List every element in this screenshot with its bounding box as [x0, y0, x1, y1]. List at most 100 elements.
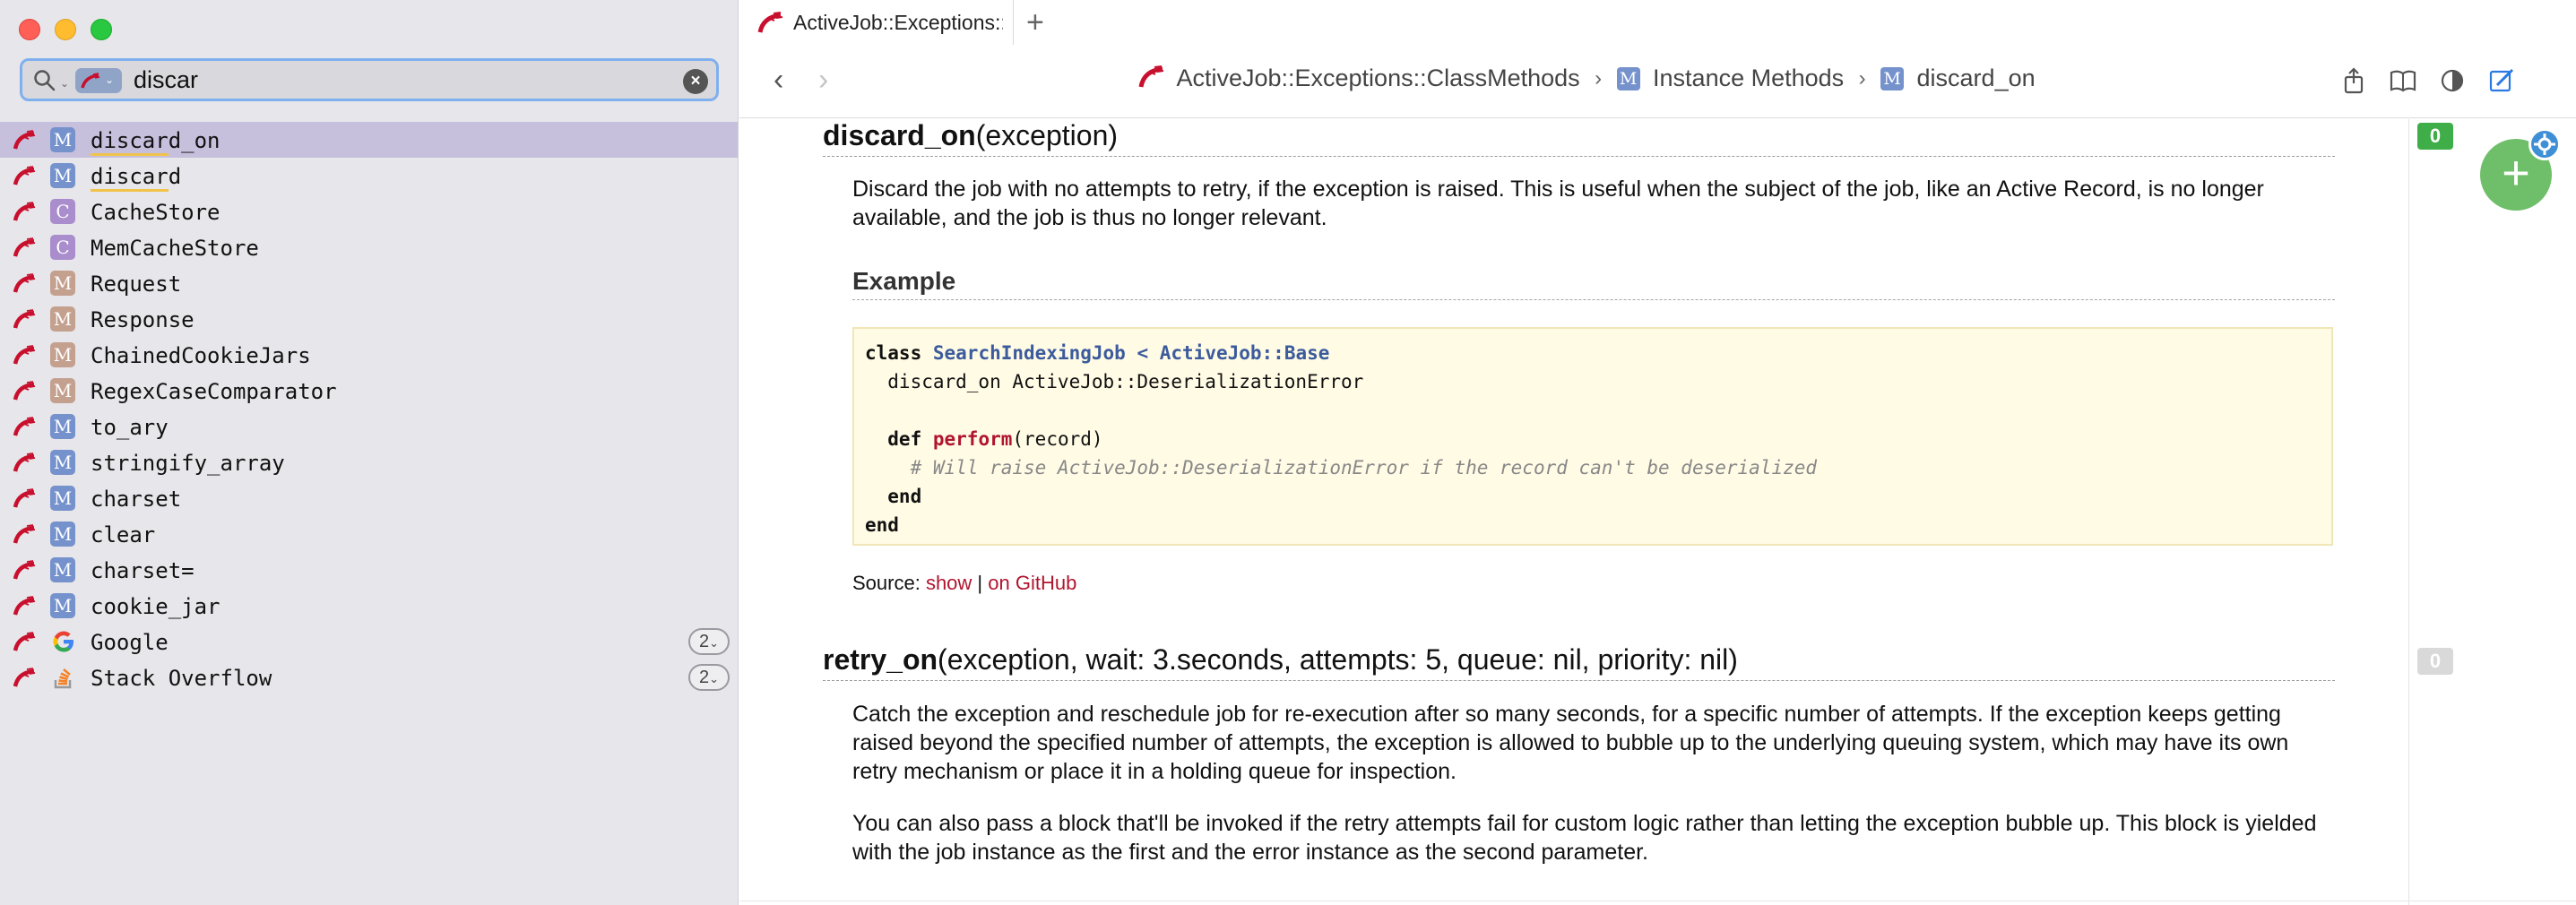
result-row[interactable]: C MemCacheStore [0, 229, 738, 265]
chevron-down-icon: ⌄ [105, 73, 115, 86]
result-count: 2 [698, 632, 710, 651]
result-name-text: MemCacheStore [91, 236, 259, 261]
new-tab-button[interactable]: + [1026, 5, 1044, 40]
breadcrumb-item-section[interactable]: Instance Methods [1653, 65, 1844, 92]
gear-icon[interactable] [2528, 128, 2561, 160]
rails-icon [13, 345, 37, 369]
annotation-count-badge[interactable]: 0 [2417, 123, 2453, 150]
code-line: end [865, 486, 922, 507]
annotation-gutter [2408, 119, 2409, 905]
result-row[interactable]: Mdiscard [0, 158, 738, 194]
type-icon: M [50, 557, 75, 582]
result-name-text: CacheStore [91, 200, 220, 225]
match-highlight: discar [91, 164, 169, 192]
docset-filter-button[interactable]: ⌄ [75, 68, 122, 93]
result-row[interactable]: Mcharset [0, 480, 738, 516]
result-count-badge[interactable]: 2⌄ [688, 628, 730, 655]
code-comment: # Will raise ActiveJob::DeserializationE… [865, 457, 1818, 478]
breadcrumb-item-method[interactable]: discard_on [1917, 65, 2036, 92]
contrast-icon[interactable] [2438, 66, 2467, 95]
result-name: Request [91, 272, 181, 297]
result-name: MemCacheStore [91, 236, 259, 261]
type-icon: M [50, 414, 75, 439]
external-search-row[interactable]: Stack Overflow 2⌄ [0, 659, 738, 695]
type-icon: M [50, 127, 75, 152]
clear-search-button[interactable]: × [683, 69, 708, 94]
search-box: ⌄ ⌄ × [20, 58, 719, 101]
search-options-chevron-icon[interactable]: ⌄ [60, 77, 69, 90]
result-name: discard [91, 164, 181, 192]
method-name: discard_on [823, 119, 976, 151]
breadcrumb: ActiveJob::Exceptions::ClassMethods › M … [1138, 65, 2036, 100]
result-row[interactable]: M RegexCaseComparator [0, 373, 738, 409]
rails-icon [13, 237, 37, 262]
source-show-link[interactable]: show [926, 572, 972, 594]
tab-active[interactable]: ActiveJob::Exceptions::ClassMethods [739, 0, 1014, 45]
result-row[interactable]: M ChainedCookieJars [0, 337, 738, 373]
rails-icon [13, 273, 37, 297]
code-token: perform [932, 428, 1013, 450]
result-row[interactable]: Mclear [0, 516, 738, 552]
rails-icon [13, 632, 37, 656]
window-zoom-button[interactable] [91, 19, 112, 40]
method-heading-discard-on: discard_on(exception) [823, 119, 2335, 157]
window-close-button[interactable] [19, 19, 40, 40]
google-icon [53, 631, 73, 652]
code-token: ActiveJob::Base [1159, 342, 1330, 364]
source-links: Source: show | on GitHub [852, 572, 1076, 595]
code-token: def [865, 428, 922, 450]
type-icon: C [50, 199, 75, 224]
type-icon: M [50, 486, 75, 511]
search-input[interactable] [134, 65, 653, 94]
source-label: Source: [852, 572, 926, 594]
annotate-icon[interactable] [2487, 66, 2516, 95]
chevron-down-icon: ⌄ [709, 672, 720, 685]
method-name: retry_on [823, 643, 938, 676]
annotation-count-badge[interactable]: 0 [2417, 648, 2453, 675]
result-name: stringify_array [91, 451, 285, 476]
result-name: charset [91, 487, 181, 512]
breadcrumb-item-class[interactable]: ActiveJob::Exceptions::ClassMethods [1176, 65, 1579, 92]
book-icon[interactable] [2389, 66, 2417, 95]
result-row[interactable]: Mcharset= [0, 552, 738, 588]
window-minimize-button[interactable] [55, 19, 76, 40]
external-search-row[interactable]: Google 2⌄ [0, 624, 738, 659]
result-name: ChainedCookieJars [91, 343, 311, 368]
result-row[interactable]: M Response [0, 301, 738, 337]
result-count-badge[interactable]: 2⌄ [688, 664, 730, 691]
result-name: Google [91, 630, 169, 655]
search-icon[interactable] [33, 69, 56, 92]
share-icon[interactable] [2339, 66, 2368, 95]
result-row[interactable]: Mstringify_array [0, 444, 738, 480]
forward-button[interactable]: › [818, 63, 828, 98]
result-name-text: to_ary [91, 415, 169, 440]
rails-icon [1138, 65, 1165, 92]
source-separator: | [972, 572, 989, 594]
source-github-link[interactable]: on GitHub [988, 572, 1076, 594]
type-icon: M [50, 342, 75, 367]
result-row[interactable]: Mto_ary [0, 409, 738, 444]
type-icon: M [50, 271, 75, 296]
code-token: SearchIndexingJob [932, 342, 1126, 364]
chevron-right-icon: › [1595, 65, 1603, 90]
result-name-text: charset [91, 487, 182, 512]
rails-icon [13, 596, 37, 620]
result-row[interactable]: M Request [0, 265, 738, 301]
method-description-2: You can also pass a block that'll be inv… [852, 811, 2317, 865]
result-name: cookie_jar [91, 594, 220, 619]
method-type-icon: M [1616, 66, 1640, 90]
result-row[interactable]: Mdiscard_on [0, 122, 738, 158]
result-name-text: charset= [91, 558, 194, 583]
type-icon: M [50, 450, 75, 475]
type-icon: C [50, 235, 75, 260]
type-icon: M [50, 163, 75, 188]
back-button[interactable]: ‹ [774, 63, 783, 98]
method-description: Discard the job with no attempts to retr… [852, 177, 2264, 230]
rails-icon [13, 488, 37, 513]
chevron-down-icon: ⌄ [709, 636, 720, 650]
result-row[interactable]: Mcookie_jar [0, 588, 738, 624]
result-row[interactable]: C CacheStore [0, 194, 738, 229]
result-name-text: Request [91, 272, 182, 297]
result-name-text: ChainedCookieJars [91, 343, 311, 368]
rails-icon [13, 309, 37, 333]
